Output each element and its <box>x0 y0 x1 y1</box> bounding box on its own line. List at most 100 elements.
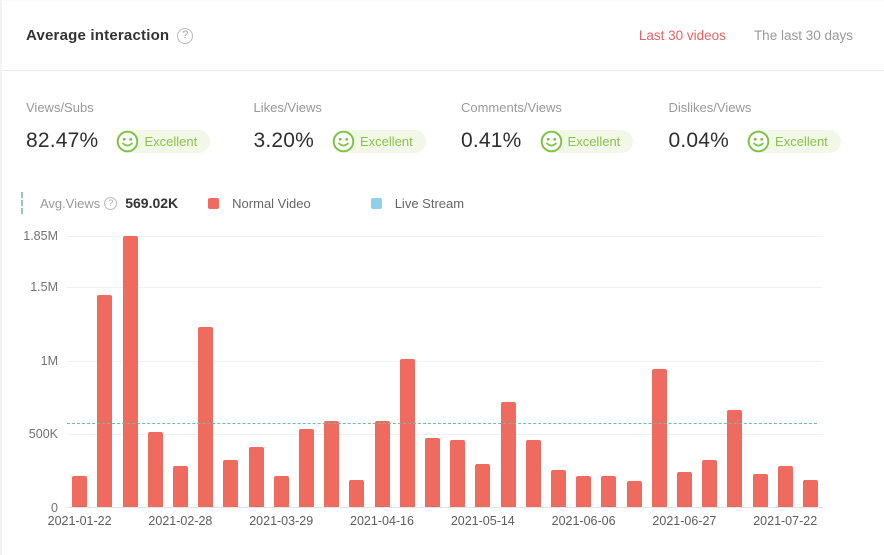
metric-value: 3.20% <box>253 129 314 153</box>
bar-slot <box>369 236 394 507</box>
bar-normal-video[interactable] <box>501 402 516 507</box>
rating-badge: Excellent <box>540 130 634 153</box>
bar-normal-video[interactable] <box>72 476 87 507</box>
x-axis-tick-label: 2021-03-29 <box>249 514 313 528</box>
x-axis-tick-label: 2021-05-14 <box>451 514 515 528</box>
bar-normal-video[interactable] <box>375 421 390 507</box>
bar-slot <box>672 236 697 507</box>
y-axis-tick-label: 500K <box>2 426 58 442</box>
y-axis-tick-label: 1.85M <box>2 228 58 244</box>
bar-slot <box>193 236 218 507</box>
chart-legend: Avg.Views ? 569.02K Normal Video Live St… <box>21 191 884 215</box>
bar-normal-video[interactable] <box>299 429 314 507</box>
bar-normal-video[interactable] <box>349 480 364 507</box>
bar-normal-video[interactable] <box>576 476 591 507</box>
avg-views-label: Avg.Views <box>40 196 100 211</box>
bar-normal-video[interactable] <box>702 460 717 507</box>
metric-comments-views: Comments/Views 0.41% Excellent <box>461 100 669 154</box>
metric-value: 0.04% <box>669 129 730 153</box>
bar-slot <box>117 236 142 507</box>
metric-value: 0.41% <box>461 129 522 153</box>
help-icon[interactable]: ? <box>104 197 117 210</box>
bar-normal-video[interactable] <box>97 295 112 507</box>
tab-last-30-videos[interactable]: Last 30 videos <box>639 28 726 43</box>
bar-normal-video[interactable] <box>148 432 163 507</box>
page-title: Average interaction <box>26 27 169 44</box>
x-axis-tick-label: 2021-06-27 <box>652 514 716 528</box>
bar-normal-video[interactable] <box>601 476 616 507</box>
bar-normal-video[interactable] <box>551 470 566 507</box>
metric-label: Comments/Views <box>461 100 669 115</box>
legend-label: Normal Video <box>232 196 311 211</box>
bar-slot <box>621 236 646 507</box>
bar-normal-video[interactable] <box>727 410 742 507</box>
rating-badge: Excellent <box>747 130 841 153</box>
metric-label: Dislikes/Views <box>669 100 884 115</box>
x-axis-tick-label: 2021-07-22 <box>753 514 817 528</box>
bar-normal-video[interactable] <box>753 474 768 507</box>
bar-normal-video[interactable] <box>123 236 138 507</box>
bar-slot <box>168 236 193 507</box>
rating-badge: Excellent <box>116 130 210 153</box>
help-icon[interactable]: ? <box>177 28 193 44</box>
bar-normal-video[interactable] <box>803 480 818 507</box>
average-interaction-panel: Average interaction ? Last 30 videos The… <box>0 0 884 555</box>
bar-slot <box>495 236 520 507</box>
bar-slot <box>319 236 344 507</box>
smiley-face-icon <box>747 130 770 153</box>
chart: 2021-01-222021-02-282021-03-292021-04-16… <box>2 226 884 555</box>
bar-slot <box>269 236 294 507</box>
smiley-face-icon <box>540 130 563 153</box>
bar-slot <box>420 236 445 507</box>
legend-label: Live Stream <box>395 196 464 211</box>
legend-item-live-stream[interactable]: Live Stream <box>371 196 464 211</box>
bar-normal-video[interactable] <box>274 476 289 507</box>
y-axis-tick-label: 0 <box>2 500 58 516</box>
legend-item-normal-video[interactable]: Normal Video <box>208 196 311 211</box>
bar-normal-video[interactable] <box>173 466 188 507</box>
y-axis-tick-label: 1M <box>2 353 58 369</box>
avg-line-legend-marker <box>21 192 23 214</box>
bar-slot <box>294 236 319 507</box>
bar-normal-video[interactable] <box>652 369 667 507</box>
metric-label: Likes/Views <box>253 100 461 115</box>
x-axis-tick-label: 2021-04-16 <box>350 514 414 528</box>
bar-normal-video[interactable] <box>198 327 213 507</box>
bar-normal-video[interactable] <box>677 472 692 507</box>
metric-value: 82.47% <box>26 129 98 153</box>
smiley-face-icon <box>116 130 139 153</box>
bar-normal-video[interactable] <box>400 359 415 507</box>
bar-slot <box>395 236 420 507</box>
avg-views-dashed-line <box>67 423 817 424</box>
bar-slot <box>798 236 823 507</box>
smiley-face-icon <box>332 130 355 153</box>
bar-slot <box>722 236 747 507</box>
bar-slot <box>773 236 798 507</box>
bar-slot <box>521 236 546 507</box>
bar-slot <box>470 236 495 507</box>
bar-slot <box>92 236 117 507</box>
bar-slot <box>67 236 92 507</box>
plot-area: 2021-01-222021-02-282021-03-292021-04-16… <box>67 236 823 508</box>
y-axis-tick-label: 1.5M <box>2 279 58 295</box>
x-axis-tick-label: 2021-06-06 <box>552 514 616 528</box>
metrics-row: Views/Subs 82.47% Excellent Likes/Views … <box>2 71 884 154</box>
bar-normal-video[interactable] <box>778 466 793 507</box>
rating-badge: Excellent <box>332 130 426 153</box>
bar-normal-video[interactable] <box>627 481 642 507</box>
bar-normal-video[interactable] <box>425 438 440 507</box>
bars-container <box>67 236 823 507</box>
bar-normal-video[interactable] <box>223 460 238 507</box>
bar-normal-video[interactable] <box>249 447 264 507</box>
bar-slot <box>445 236 470 507</box>
panel-header: Average interaction ? Last 30 videos The… <box>2 1 884 71</box>
bar-slot <box>596 236 621 507</box>
bar-slot <box>344 236 369 507</box>
bar-normal-video[interactable] <box>475 464 490 507</box>
bar-slot <box>697 236 722 507</box>
bar-normal-video[interactable] <box>324 421 339 507</box>
bar-normal-video[interactable] <box>450 440 465 507</box>
bar-normal-video[interactable] <box>526 440 541 507</box>
tab-last-30-days[interactable]: The last 30 days <box>754 28 853 43</box>
bar-slot <box>546 236 571 507</box>
